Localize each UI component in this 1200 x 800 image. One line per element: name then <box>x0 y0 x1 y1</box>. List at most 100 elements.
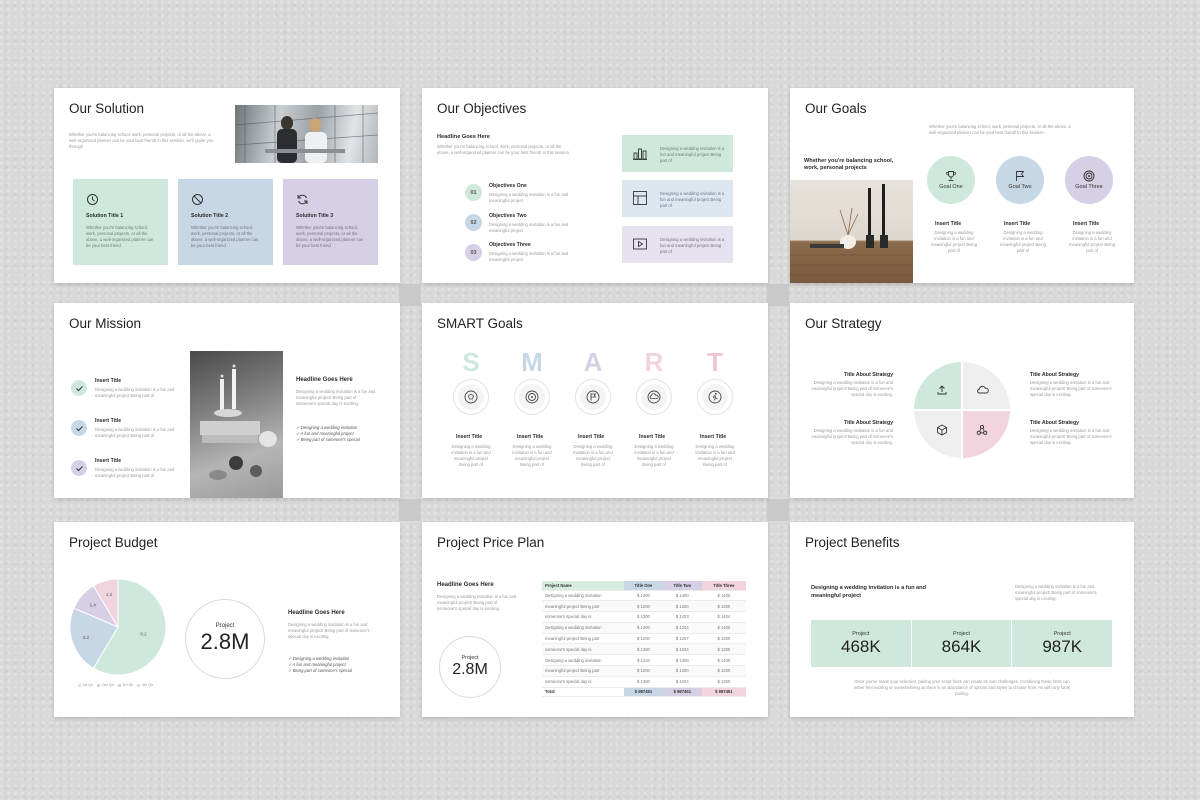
price-cell: $ 1267 <box>662 633 702 645</box>
slide-project-price-plan[interactable]: Project Price Plan Headline Goes Here De… <box>422 522 768 717</box>
bullet-text: A fun and meaningful project <box>292 662 346 667</box>
solution-card[interactable]: Solution Title 3 Whether you're balancin… <box>283 179 378 265</box>
mission-body: Designing a wedding invitation is a fun … <box>296 389 376 406</box>
box-desc: Designing a wedding invitation is a fun … <box>660 146 725 163</box>
solution-card[interactable]: Solution Title 2 Whether you're balancin… <box>178 179 273 265</box>
smart-ring[interactable] <box>453 379 489 415</box>
stat-value: 468K <box>840 636 881 656</box>
objective-box[interactable]: Designing a wedding invitation is a fun … <box>622 180 733 217</box>
slide-our-strategy[interactable]: Our Strategy Title About Strategy Design… <box>790 303 1134 498</box>
price-cell: $ 1200 <box>624 633 663 645</box>
table-row: someone's special day is $ 1300 $ 1423 $ 14… <box>542 611 746 623</box>
cloud-icon <box>647 390 661 404</box>
price-cell: $ 1300 <box>624 611 663 623</box>
budget-circle: Project 2.8M <box>185 599 265 679</box>
bullet-list: ✓ Designing a wedding invitation ✓ A fun… <box>288 656 373 674</box>
slide-project-benefits[interactable]: Project Benefits Designing a wedding inv… <box>790 522 1134 717</box>
headline: Headline Goes Here <box>437 582 494 588</box>
solution-card[interactable]: Solution Title 1 Whether you're balancin… <box>73 179 168 265</box>
slide-gap <box>767 499 789 521</box>
price-cell: $ 1300 <box>624 643 663 656</box>
smart-letter: R <box>644 347 664 377</box>
row-label: Designing a wedding invitation <box>542 590 624 602</box>
smart-item-desc: Designing a wedding invitation is a fun … <box>451 444 491 467</box>
price-cell: $ 1234 <box>662 643 702 656</box>
slide-our-goals[interactable]: Our Goals Whether you're balancing schoo… <box>790 88 1134 283</box>
goal-desc: Designing a wedding invitation is a fun … <box>999 230 1047 253</box>
price-cell: $ 1400 <box>624 590 663 602</box>
mission-item-title: Insert Title <box>95 378 122 384</box>
target-icon <box>1083 170 1095 182</box>
headline: Headline Goes Here <box>296 377 353 383</box>
objective-desc: Designing a wedding invitation is a fun … <box>489 251 569 262</box>
smart-ring[interactable] <box>514 379 550 415</box>
bullet-item: ✓ Being part of someone's special <box>288 668 352 673</box>
goal-circle[interactable]: Goal One <box>927 156 975 204</box>
card-title: Solution Title 1 <box>86 213 124 219</box>
price-body: Designing a wedding invitation is a fun … <box>437 594 517 611</box>
objective-box[interactable]: Designing a wedding invitation is a fun … <box>622 226 733 263</box>
goal-desc: Designing a wedding invitation is a fun … <box>930 230 978 253</box>
smart-item-desc: Designing a wedding invitation is a fun … <box>512 444 552 467</box>
slide-title: Our Strategy <box>805 316 882 331</box>
slide-project-budget[interactable]: Project Budget 8.2 3.2 1.4 1.2 1st Qtr 2nd Q… <box>54 522 400 717</box>
slide-smart-goals[interactable]: SMART Goals S M A R T Insert Title Desig… <box>422 303 768 498</box>
table-row: Designing a wedding invitation $ 1400 $ 14… <box>542 590 746 602</box>
row-label: someone's special day is <box>542 676 624 688</box>
slide-our-mission[interactable]: Our Mission Insert Title Designing a wed… <box>54 303 400 498</box>
table-row: meaningful project Being part $ 1200 $ 126… <box>542 633 746 645</box>
smart-ring[interactable] <box>697 379 733 415</box>
bullet-text: Designing a wedding invitation <box>300 425 358 430</box>
share-icon <box>976 424 988 436</box>
price-cell: $ 1423 <box>662 611 702 623</box>
budget-body: Designing a wedding invitation is a fun … <box>288 622 370 639</box>
row-label: someone's special day is <box>542 611 624 623</box>
price-cell: $ 1400 <box>701 622 746 634</box>
table-row: meaningful project Being part $ 1200 $ 120… <box>542 600 746 613</box>
smart-letter: S <box>462 347 480 377</box>
bullet-text: Being part of someone's special <box>300 437 360 442</box>
bullet-item: ✓ Being part of someone's special <box>296 437 360 442</box>
objective-box[interactable]: Designing a wedding invitation is a fun … <box>622 135 733 172</box>
strategy-block-title: Title About Strategy <box>844 420 893 426</box>
slide-title: Our Objectives <box>437 101 527 116</box>
stats-band: Project 468K Project 864K Project 987K <box>811 620 1112 667</box>
price-cell: $ 1200 <box>662 600 702 613</box>
legend-swatch <box>97 683 101 687</box>
row-label: someone's special day is <box>542 643 624 656</box>
slide-our-solution[interactable]: Our Solution Whether you're balancing sc… <box>54 88 400 283</box>
row-label: meaningful project Being part <box>542 633 624 645</box>
office-photo <box>235 105 378 163</box>
goal-circle[interactable]: Goal Two <box>996 156 1044 204</box>
price-cell: $ 1400 <box>662 654 702 667</box>
budget-pie-chart: 8.2 3.2 1.4 1.2 <box>69 578 167 676</box>
pie-legend: 1st Qtr 2nd Qtr 3rd Qtr 4th Qtr <box>78 683 168 687</box>
smart-ring[interactable] <box>575 379 611 415</box>
table-row: meaningful project Being part $ 1200 $ 120… <box>542 665 746 677</box>
table-row: Designing a wedding invitation $ 1400 $ 12… <box>542 622 746 634</box>
table-header-row: Project Name Title One Title Two Title T… <box>542 581 746 591</box>
soccer-icon <box>464 390 478 404</box>
price-cell: $ 1400 <box>662 590 702 602</box>
goal-title: Insert Title <box>935 221 962 227</box>
layout-icon <box>632 190 648 206</box>
runner-icon <box>708 390 722 404</box>
legend-item: 3rd Qtr <box>117 683 133 687</box>
smart-item-desc: Designing a wedding invitation is a fun … <box>695 444 735 467</box>
table-row: someone's special day is $ 1300 $ 1234 $ 13… <box>542 643 746 656</box>
legend-item: 4th Qtr <box>137 683 153 687</box>
pie-data-label: 1.2 <box>106 592 113 597</box>
strategy-block-desc: Designing a wedding invitation is a fun … <box>811 380 893 397</box>
legend-item: 2nd Qtr <box>97 683 114 687</box>
goal-circle[interactable]: Goal Three <box>1065 156 1113 204</box>
check-icon <box>71 420 87 436</box>
slide-our-objectives[interactable]: Our Objectives Headline Goes Here Whethe… <box>422 88 768 283</box>
mission-item-desc: Designing a wedding invitation is a fun … <box>95 427 175 438</box>
smart-ring[interactable] <box>636 379 672 415</box>
card-desc: Whether you're balancing school, work, p… <box>191 225 259 248</box>
stat-block: Project 987K <box>1012 620 1112 667</box>
mission-item-title: Insert Title <box>95 458 122 464</box>
legend-swatch <box>137 683 141 687</box>
column-header: Title Three <box>701 581 746 591</box>
flag-icon <box>1014 170 1026 182</box>
